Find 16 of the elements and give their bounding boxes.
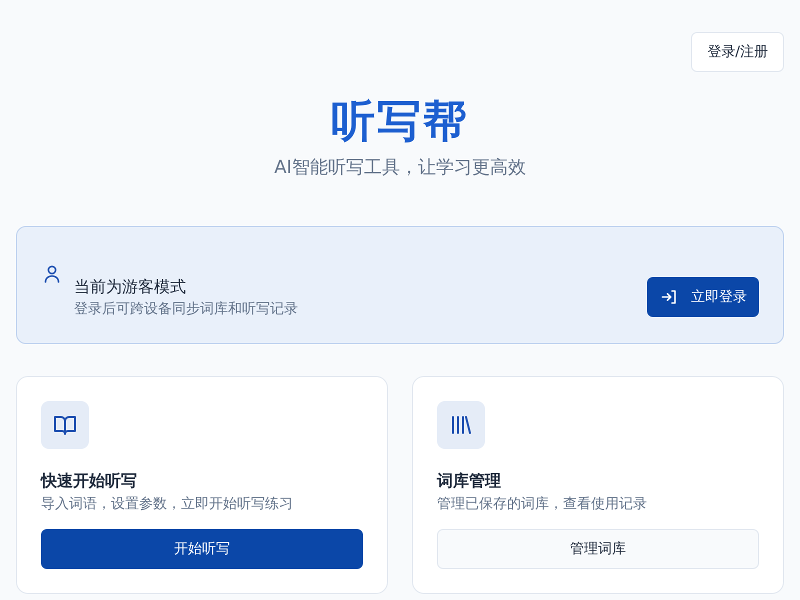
login-icon — [661, 289, 677, 305]
manage-library-button[interactable]: 管理词库 — [437, 529, 759, 569]
card-title: 快速开始听写 — [41, 470, 138, 492]
app-subtitle: AI智能听写工具，让学习更高效 — [273, 156, 527, 180]
card-description: 管理已保存的词库，查看使用记录 — [437, 495, 648, 514]
app-title: 听写帮 — [330, 95, 470, 149]
guest-mode-title: 当前为游客模式 — [74, 276, 187, 298]
login-now-button[interactable]: 立即登录 — [647, 277, 759, 317]
book-icon — [53, 414, 77, 436]
login-register-button[interactable]: 登录/注册 — [691, 32, 784, 72]
books-icon — [451, 416, 471, 434]
card-title: 词库管理 — [437, 470, 502, 492]
user-icon — [44, 265, 60, 283]
card-description: 导入词语，设置参数，立即开始听写练习 — [41, 495, 294, 514]
start-dictation-button[interactable]: 开始听写 — [41, 529, 363, 569]
guest-mode-description: 登录后可跨设备同步词库和听写记录 — [74, 300, 299, 319]
